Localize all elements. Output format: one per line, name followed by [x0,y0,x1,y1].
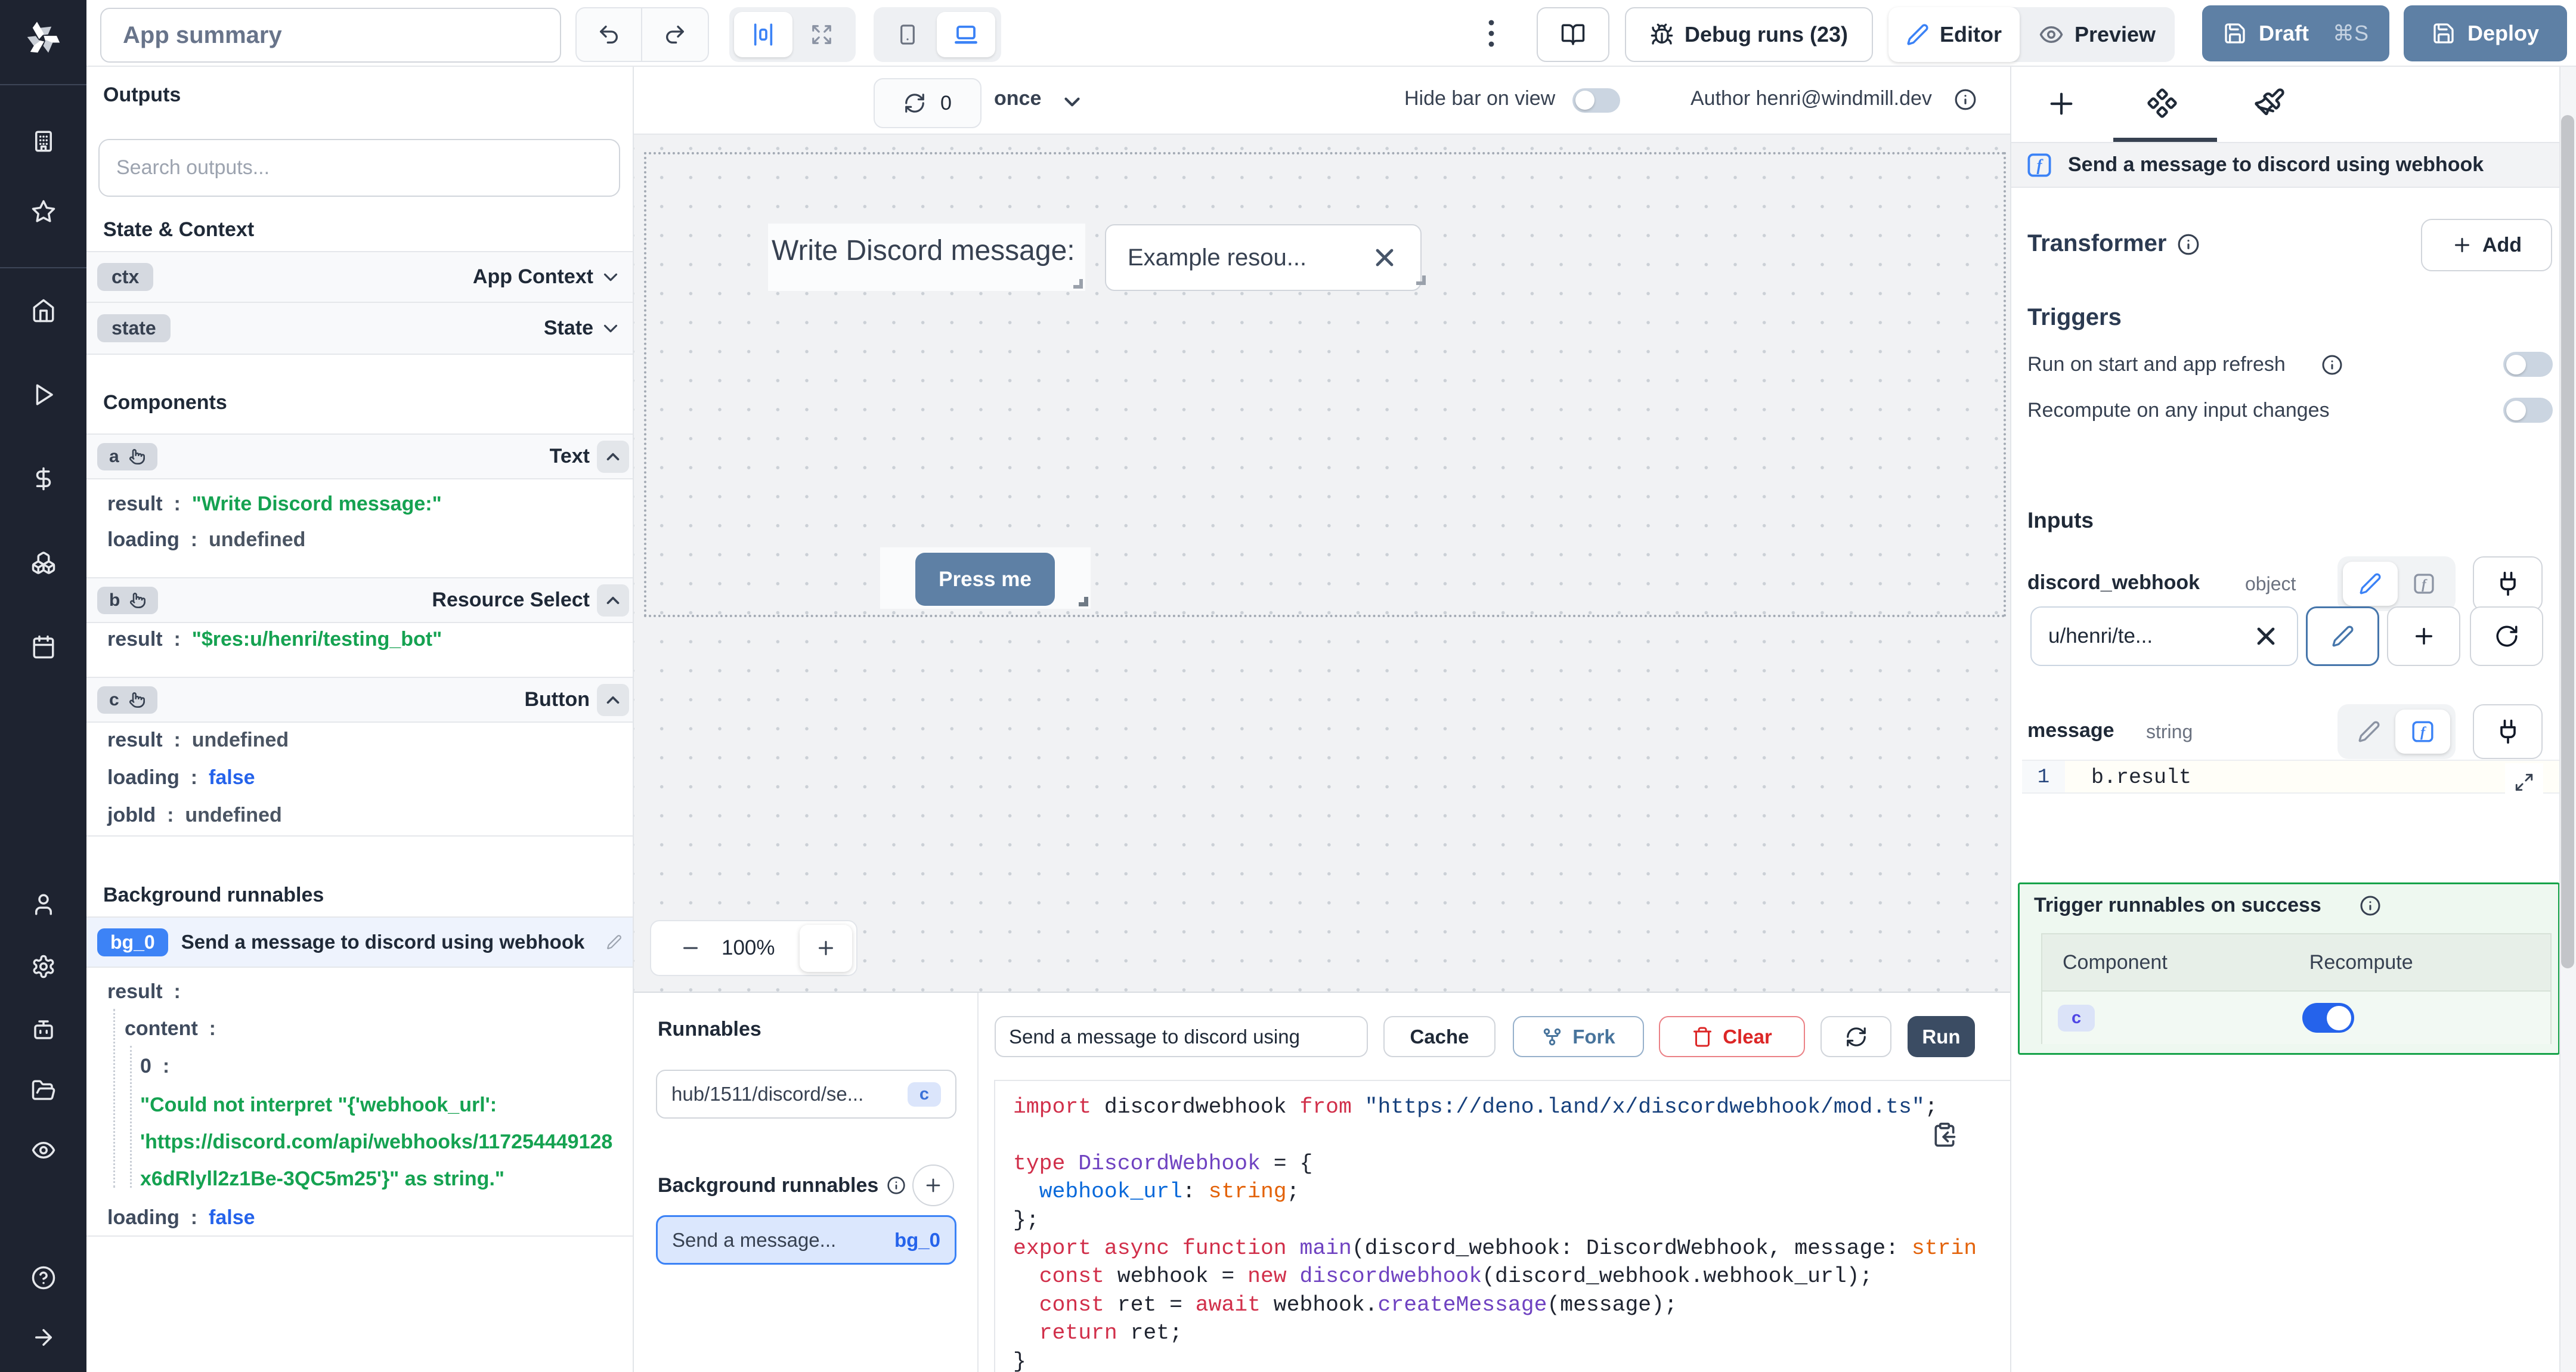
svg-text:f: f [2422,577,2428,591]
svg-text:f: f [2420,724,2427,740]
svg-text:f: f [2037,156,2044,174]
